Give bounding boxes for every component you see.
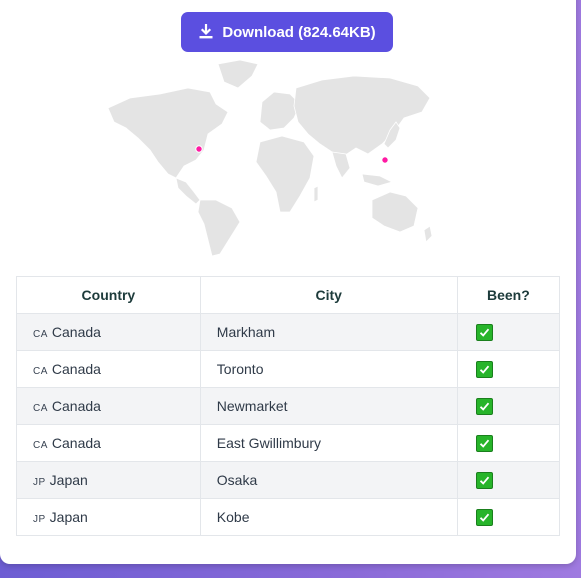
- check-icon: [475, 508, 493, 526]
- check-icon: [475, 471, 493, 489]
- country-name: Canada: [51, 324, 101, 340]
- country-cell: CA Canada: [16, 387, 201, 425]
- country-code: CA: [33, 403, 48, 414]
- north-america-shape: [107, 87, 229, 179]
- check-icon: [475, 323, 493, 341]
- check-icon: [475, 360, 493, 378]
- country-name: Japan: [49, 472, 88, 488]
- country-name: Canada: [51, 435, 101, 451]
- country-cell: JP Japan: [16, 461, 201, 499]
- indonesia-shape: [361, 173, 394, 187]
- europe-shape: [259, 91, 301, 131]
- table-row: CA Canada East Gwillimbury: [16, 424, 561, 462]
- madagascar-shape: [313, 185, 319, 203]
- new-zealand-shape: [423, 225, 433, 243]
- download-icon: [198, 24, 214, 40]
- header-been[interactable]: Been?: [456, 276, 561, 314]
- download-label: Download (824.64KB): [222, 23, 376, 41]
- content-card: Download (824.64KB) Country City Been? C…: [0, 0, 576, 564]
- greenland-shape: [217, 59, 259, 89]
- country-code: JP: [33, 477, 46, 488]
- city-cell: Osaka: [199, 461, 458, 499]
- download-button[interactable]: Download (824.64KB): [181, 12, 393, 52]
- check-icon: [475, 434, 493, 452]
- country-cell: CA Canada: [16, 424, 201, 462]
- world-map: [107, 59, 433, 257]
- city-cell: East Gwillimbury: [199, 424, 458, 462]
- country-code: CA: [33, 366, 48, 377]
- table-row: CA Canada Toronto: [16, 350, 561, 388]
- africa-shape: [255, 135, 315, 213]
- south-america-shape: [197, 199, 241, 257]
- country-name: Canada: [51, 361, 101, 377]
- australia-shape: [371, 191, 419, 233]
- country-cell: CA Canada: [16, 313, 201, 351]
- header-city[interactable]: City: [199, 276, 458, 314]
- visited-cities-table: Country City Been? CA Canada Markham CA Ca…: [16, 276, 561, 536]
- been-cell: [456, 313, 561, 351]
- table-row: JP Japan Kobe: [16, 498, 561, 536]
- been-cell: [456, 350, 561, 388]
- city-cell: Newmarket: [199, 387, 458, 425]
- check-icon: [475, 397, 493, 415]
- map-pin-canada: [195, 145, 203, 153]
- city-cell: Toronto: [199, 350, 458, 388]
- country-code: JP: [33, 514, 46, 525]
- map-pin-japan: [381, 156, 389, 164]
- country-cell: CA Canada: [16, 350, 201, 388]
- header-country[interactable]: Country: [16, 276, 201, 314]
- country-cell: JP Japan: [16, 498, 201, 536]
- city-cell: Markham: [199, 313, 458, 351]
- india-shape: [331, 151, 351, 179]
- table-row: CA Canada Markham: [16, 313, 561, 351]
- been-cell: [456, 387, 561, 425]
- central-america-shape: [175, 177, 201, 205]
- country-code: CA: [33, 329, 48, 340]
- country-name: Japan: [49, 509, 88, 525]
- been-cell: [456, 424, 561, 462]
- been-cell: [456, 498, 561, 536]
- country-code: CA: [33, 440, 48, 451]
- country-name: Canada: [51, 398, 101, 414]
- city-cell: Kobe: [199, 498, 458, 536]
- table-header-row: Country City Been?: [16, 276, 561, 314]
- table-row: JP Japan Osaka: [16, 461, 561, 499]
- been-cell: [456, 461, 561, 499]
- table-row: CA Canada Newmarket: [16, 387, 561, 425]
- asia-shape: [293, 75, 431, 157]
